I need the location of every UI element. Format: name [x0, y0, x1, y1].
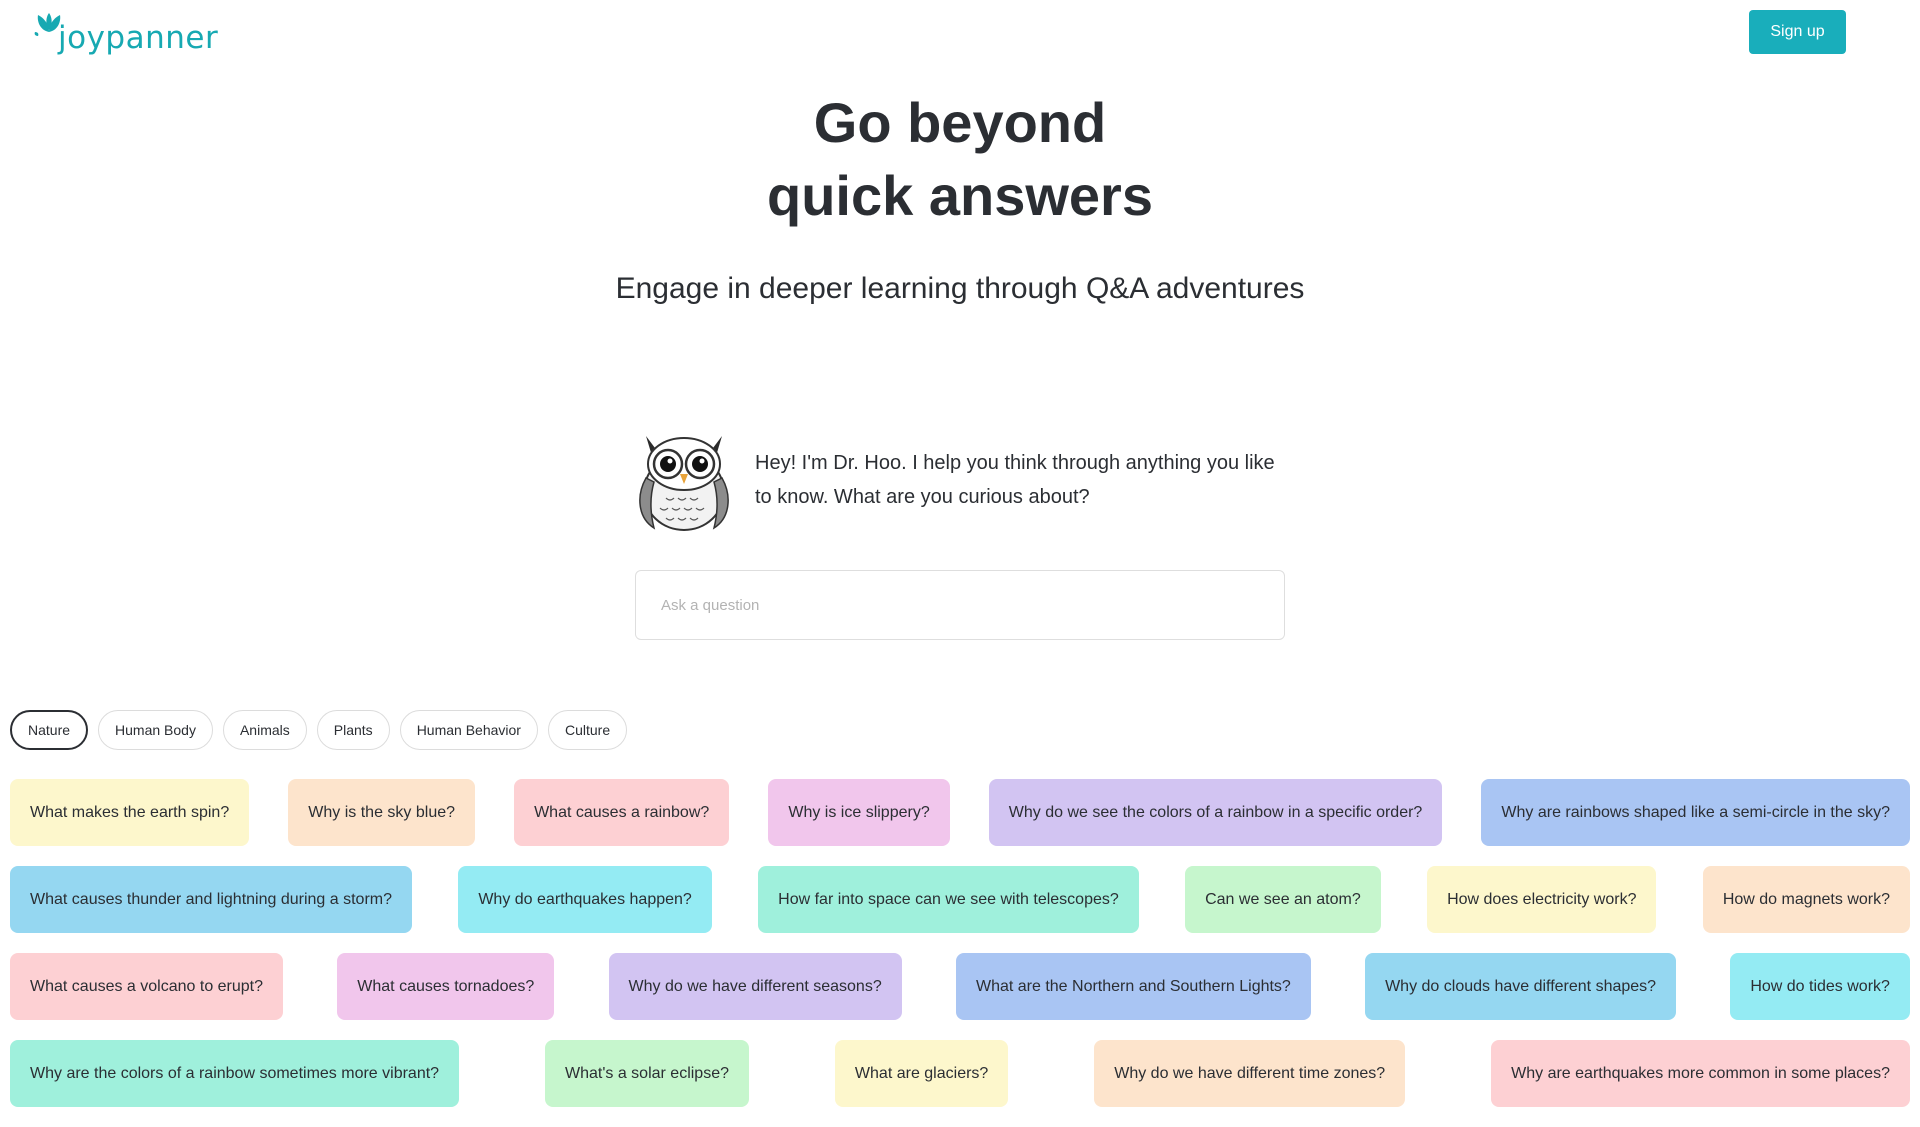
question-card[interactable]: Why do earthquakes happen?	[458, 866, 712, 933]
question-row: What causes a volcano to erupt? What cau…	[10, 953, 1910, 1020]
hero-subtitle: Engage in deeper learning through Q&A ad…	[615, 272, 1305, 305]
question-card[interactable]: Why are earthquakes more common in some …	[1491, 1040, 1910, 1107]
hero-title-line2: quick answers	[767, 164, 1153, 227]
question-card[interactable]: How do magnets work?	[1702, 866, 1910, 933]
owl-icon	[632, 426, 736, 534]
assistant-greeting: Hey! I'm Dr. Hoo. I help you think throu…	[755, 452, 1275, 508]
category-chip-animals[interactable]: Animals	[222, 710, 307, 750]
category-chip-nature[interactable]: Nature	[10, 710, 89, 750]
category-chip-culture[interactable]: Culture	[547, 710, 628, 750]
question-row: Why are the colors of a rainbow sometime…	[10, 1040, 1910, 1107]
question-card[interactable]: Why do clouds have different shapes?	[1365, 953, 1677, 1020]
question-card[interactable]: What's a solar eclipse?	[544, 1040, 749, 1107]
ask-question-input[interactable]	[635, 570, 1285, 640]
question-card[interactable]: What causes tornadoes?	[337, 953, 555, 1020]
category-chip-human-behavior[interactable]: Human Behavior	[399, 710, 538, 750]
category-chip-human-body[interactable]: Human Body	[98, 710, 213, 750]
question-card[interactable]: Why are rainbows shaped like a semi-circ…	[1481, 779, 1910, 846]
question-row: What causes thunder and lightning during…	[10, 866, 1910, 933]
question-card[interactable]: Why are the colors of a rainbow sometime…	[10, 1040, 460, 1107]
question-card[interactable]: Why do we have different seasons?	[608, 953, 902, 1020]
question-card[interactable]: How far into space can we see with teles…	[758, 866, 1139, 933]
logo-text: joypanner	[58, 20, 219, 56]
question-card[interactable]: What are the Northern and Southern Light…	[955, 953, 1311, 1020]
question-suggestions: What makes the earth spin? Why is the sk…	[10, 779, 1910, 1127]
category-filter-bar: Nature Human Body Animals Plants Human B…	[10, 710, 628, 750]
question-card[interactable]: Why is ice slippery?	[768, 779, 950, 846]
logo[interactable]: joypanner	[34, 10, 218, 56]
top-bar: joypanner Sign up	[0, 0, 1920, 72]
question-row: What makes the earth spin? Why is the sk…	[10, 779, 1910, 846]
question-card[interactable]: What are glaciers?	[834, 1040, 1009, 1107]
question-card[interactable]: How do tides work?	[1730, 953, 1910, 1020]
question-card[interactable]: How does electricity work?	[1427, 866, 1657, 933]
signup-button[interactable]: Sign up	[1749, 10, 1846, 54]
hero-title-line1: Go beyond	[813, 91, 1107, 154]
category-chip-plants[interactable]: Plants	[316, 710, 390, 750]
question-card[interactable]: What causes thunder and lightning during…	[10, 866, 412, 933]
hero-title: Go beyond quick answers	[0, 86, 1920, 232]
question-card[interactable]: Can we see an atom?	[1185, 866, 1381, 933]
question-card[interactable]: Why is the sky blue?	[288, 779, 476, 846]
question-card[interactable]: Why do we see the colors of a rainbow in…	[988, 779, 1443, 846]
question-card[interactable]: What causes a rainbow?	[514, 779, 730, 846]
question-card[interactable]: Why do we have different time zones?	[1094, 1040, 1406, 1107]
question-card[interactable]: What makes the earth spin?	[10, 779, 250, 846]
question-card[interactable]: What causes a volcano to erupt?	[10, 953, 284, 1020]
